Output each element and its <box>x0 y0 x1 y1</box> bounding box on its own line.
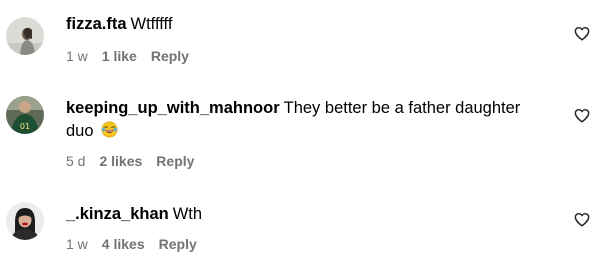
comment-text: keeping_up_with_mahnoor They better be a … <box>66 97 546 143</box>
comment-username[interactable]: fizza.fta <box>66 15 127 33</box>
avatar-kinza-image <box>6 202 44 240</box>
comment-body: Wth <box>172 205 203 223</box>
comment-text: fizza.fta Wtfffff <box>66 13 546 36</box>
laughing-face-emoji <box>101 121 118 138</box>
comment-meta: 1 w 1 like Reply <box>66 48 189 64</box>
comment-timestamp[interactable]: 1 w <box>66 48 88 64</box>
comment-like-count[interactable]: 1 like <box>102 48 137 64</box>
avatar-fizza-image <box>6 17 44 55</box>
avatar[interactable] <box>6 202 44 240</box>
comment-timestamp[interactable]: 1 w <box>66 236 88 252</box>
comment-text: _.kinza_khan Wth <box>66 203 546 226</box>
comment-item: _.kinza_khan Wth 1 w 4 likes Reply <box>0 190 600 275</box>
avatar-mahnoor-image: 01 <box>6 96 44 134</box>
comment-timestamp[interactable]: 5 d <box>66 153 85 169</box>
comment-username[interactable]: keeping_up_with_mahnoor <box>66 99 280 117</box>
comment-body: Wtfffff <box>130 15 173 33</box>
heart-outline-icon[interactable] <box>574 26 590 41</box>
reply-button[interactable]: Reply <box>151 48 189 64</box>
reply-button[interactable]: Reply <box>156 153 194 169</box>
heart-outline-icon[interactable] <box>574 212 590 227</box>
comment-username[interactable]: _.kinza_khan <box>66 205 169 223</box>
avatar[interactable]: 01 <box>6 96 44 134</box>
avatar[interactable] <box>6 17 44 55</box>
comment-meta: 1 w 4 likes Reply <box>66 236 197 252</box>
comment-like-count[interactable]: 4 likes <box>102 236 145 252</box>
comment-like-count[interactable]: 2 likes <box>99 153 142 169</box>
comment-item: fizza.fta Wtfffff 1 w 1 like Reply <box>0 0 600 80</box>
reply-button[interactable]: Reply <box>159 236 197 252</box>
comment-meta: 5 d 2 likes Reply <box>66 153 194 169</box>
comment-item: 01 keeping_up_with_mahnoor They better be… <box>0 85 600 185</box>
heart-outline-icon[interactable] <box>574 108 590 123</box>
avatar-jersey-number: 01 <box>20 122 30 131</box>
